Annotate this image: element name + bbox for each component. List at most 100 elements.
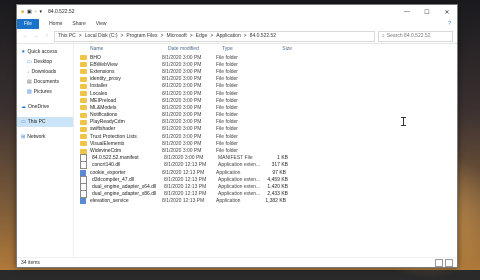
cell-date: 8/1/2020 3:00 PM — [162, 90, 202, 97]
cell-type: MANIFEST File — [218, 155, 253, 162]
minimize-button[interactable]: — — [397, 5, 417, 19]
list-item[interactable]: dual_engine_adapter_x64.dll 8/1/2020 12:1… — [74, 182, 457, 191]
list-item[interactable]: Installer 8/1/2020 3:00 PM File folder — [74, 83, 457, 90]
cell-size: 4,459 KB — [267, 176, 288, 183]
list-item[interactable]: d3dcompiler_47.dll 8/1/2020 12:13 PM Appli… — [74, 175, 457, 184]
close-button[interactable]: ✕ — [437, 5, 457, 19]
chevron-down-icon[interactable]: ▾ — [40, 9, 43, 15]
sidebar-item-onedrive[interactable]: ☁ OneDrive — [17, 102, 73, 112]
cell-type: File folder — [216, 54, 238, 61]
breadcrumb-this-pc[interactable]: This PC — [58, 33, 76, 39]
sidebar-item-pictures[interactable]: ▨ Pictures — [17, 87, 73, 97]
column-header-name[interactable]: Name — [90, 46, 168, 52]
sidebar-item-this-pc[interactable]: ▭ This PC — [17, 117, 73, 127]
cell-name: concrt140.dll — [92, 162, 121, 169]
sidebar-item-quick-access[interactable]: ★ Quick access — [17, 47, 73, 57]
folder-icon — [80, 98, 87, 104]
cell-name: BHO — [90, 54, 101, 61]
list-item[interactable]: identity_proxy 8/1/2020 3:00 PM File folde… — [74, 76, 457, 83]
cell-type: Application — [216, 169, 241, 176]
folder-icon — [80, 134, 87, 140]
column-header-date[interactable]: Date modified — [168, 46, 222, 52]
quick-access-toolbar: ■ ▣ ▪ ▾ — [21, 9, 42, 15]
breadcrumb-version[interactable]: 84.0.522.52 — [250, 33, 276, 39]
forward-button[interactable]: → — [32, 33, 40, 39]
address-bar[interactable]: This PC > Local Disk (C:) > Program File… — [54, 30, 375, 42]
help-icon[interactable]: ? — [448, 21, 451, 27]
tab-file[interactable]: File — [17, 19, 40, 29]
cell-name: elevation_service — [90, 198, 129, 205]
breadcrumb-local-disk[interactable]: Local Disk (C:) — [85, 33, 118, 39]
up-button[interactable]: ↑ — [43, 33, 51, 39]
cell-date: 8/1/2020 3:00 PM — [162, 104, 202, 111]
list-item[interactable]: EBWebView 8/1/2020 3:00 PM File folder — [74, 61, 457, 68]
cell-type: File folder — [216, 126, 238, 133]
list-item[interactable]: BHO 8/1/2020 3:00 PM File folder — [74, 54, 457, 61]
list-item[interactable]: Trust Protection Lists 8/1/2020 3:00 PM Fi… — [74, 133, 457, 140]
cell-name: dual_engine_adapter_x64.dll — [92, 183, 157, 190]
search-input[interactable]: ⌕ Search 84.0.522.52 — [378, 30, 453, 42]
list-item[interactable]: concrt140.dll 8/1/2020 12:13 PM Applicatio… — [74, 161, 457, 170]
folder-icon[interactable]: ■ — [21, 9, 24, 15]
cell-size: 1,382 KB — [265, 198, 286, 205]
cell-type: File folder — [216, 148, 238, 155]
search-icon: ⌕ — [382, 33, 385, 39]
list-item[interactable]: WidevineCdm 8/1/2020 3:00 PM File folder — [74, 147, 457, 154]
list-item[interactable]: ML&Models 8/1/2020 3:00 PM File folder — [74, 104, 457, 111]
list-item[interactable]: Notifications 8/1/2020 3:00 PM File folder — [74, 112, 457, 119]
navigation-pane: ★ Quick access ▭ Desktop ↓ Downloads ▤ Docum… — [17, 44, 74, 257]
list-item[interactable]: VisualElements 8/1/2020 3:00 PM File folde… — [74, 140, 457, 147]
breadcrumb-separator: > — [78, 33, 82, 39]
column-header-size[interactable]: Size — [262, 46, 292, 52]
list-item[interactable]: swiftshader 8/1/2020 3:00 PM File folder — [74, 126, 457, 133]
details-view-icon[interactable] — [435, 258, 443, 267]
list-item[interactable]: 84.0.522.52.manifest 8/1/2020 3:00 PM MANI… — [74, 154, 457, 163]
cell-type: Application exten... — [218, 183, 261, 190]
cell-type: File folder — [216, 97, 238, 104]
properties-icon[interactable]: ▣ — [27, 9, 32, 15]
large-icons-view-icon[interactable] — [445, 258, 453, 267]
list-item[interactable]: MEIPreload 8/1/2020 3:00 PM File folder — [74, 97, 457, 104]
list-item[interactable]: cookie_exporter 8/1/2020 12:13 PM Applicat… — [74, 169, 457, 176]
breadcrumb-edge[interactable]: Edge — [196, 33, 208, 39]
folder-icon — [80, 76, 87, 82]
sidebar-item-downloads[interactable]: ↓ Downloads — [17, 67, 73, 77]
cell-date: 8/1/2020 12:13 PM — [164, 162, 207, 169]
back-button[interactable]: ← — [21, 33, 29, 39]
maximize-button[interactable]: ☐ — [417, 5, 437, 19]
cell-type: File folder — [216, 119, 238, 126]
new-folder-icon[interactable]: ▪ — [35, 9, 37, 15]
status-bar: 34 items — [17, 257, 457, 267]
tab-view[interactable]: View — [96, 21, 107, 27]
cloud-icon: ☁ — [21, 104, 26, 110]
breadcrumb-separator: > — [189, 33, 193, 39]
cell-name: Notifications — [90, 112, 118, 119]
list-item[interactable]: elevation_service 8/1/2020 12:13 PM Applic… — [74, 198, 457, 205]
cell-name: Extensions — [90, 68, 115, 75]
cell-size: 97 KB — [272, 169, 286, 176]
list-item[interactable]: Locales 8/1/2020 3:00 PM File folder — [74, 90, 457, 97]
file-list: Name Date modified Type Size BHO 8/1/2020… — [74, 44, 457, 257]
sidebar-item-network[interactable]: ⊞ Network — [17, 132, 73, 142]
breadcrumb-microsoft[interactable]: Microsoft — [166, 33, 186, 39]
column-header-type[interactable]: Type — [222, 46, 262, 52]
breadcrumb-application[interactable]: Application — [216, 33, 240, 39]
cell-date: 8/1/2020 3:00 PM — [162, 61, 202, 68]
window-title: 84.0.522.52 — [48, 9, 75, 15]
breadcrumb-separator: > — [120, 33, 124, 39]
star-icon: ★ — [21, 49, 26, 55]
cell-type: File folder — [216, 61, 238, 68]
title-bar: ■ ▣ ▪ ▾ 84.0.522.52 — ☐ ✕ — [17, 5, 457, 19]
list-item[interactable]: Extensions 8/1/2020 3:00 PM File folder — [74, 68, 457, 75]
documents-icon: ▤ — [27, 79, 32, 85]
list-item[interactable]: PlayReadyCdm 8/1/2020 3:00 PM File folder — [74, 119, 457, 126]
cell-date: 8/1/2020 3:00 PM — [162, 97, 202, 104]
list-item[interactable]: dual_engine_adapter_x86.dll 8/1/2020 12:1… — [74, 190, 457, 199]
cell-name: cookie_exporter — [90, 169, 126, 176]
breadcrumb-program-files[interactable]: Program Files — [126, 33, 157, 39]
tab-share[interactable]: Share — [72, 21, 85, 27]
tab-home[interactable]: Home — [49, 21, 62, 27]
network-icon: ⊞ — [21, 134, 26, 140]
sidebar-item-documents[interactable]: ▤ Documents — [17, 77, 73, 87]
sidebar-item-desktop[interactable]: ▭ Desktop — [17, 57, 73, 67]
